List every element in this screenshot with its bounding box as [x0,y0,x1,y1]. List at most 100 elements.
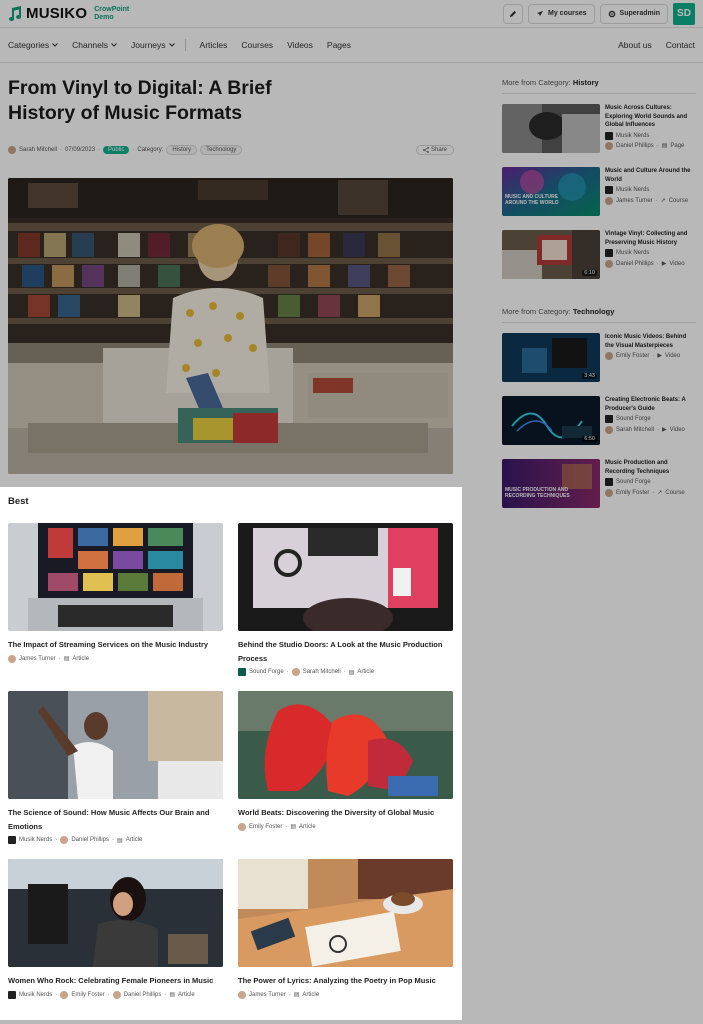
sidebar-thumb[interactable]: 6:10 [502,230,600,279]
channel-name[interactable]: Sound Forge [616,478,651,487]
nav-contact[interactable]: Contact [666,40,695,50]
meta-dot: · [55,837,58,843]
author-name[interactable]: James Turner [616,197,653,206]
article-card[interactable]: Behind the Studio Doors: A Look at the M… [238,523,453,691]
card-title[interactable]: The Science of Sound: How Music Affects … [8,806,223,833]
nav-label: Journeys [131,40,166,50]
author-name[interactable]: Emily Foster [249,824,282,830]
gear-icon [608,10,615,17]
article-meta: Sarah Mitchell · 07/09/2023 · Public · C… [8,144,454,156]
my-courses-button[interactable]: My courses [528,3,595,24]
author-name[interactable]: Sarah Mitchell [303,669,341,675]
thumb-overlay-text: MUSIC AND CULTURE AROUND THE WORLD [505,194,559,206]
user-avatar[interactable]: SD [673,2,695,25]
play-icon: ▶ [662,426,667,433]
article-author[interactable]: Sarah Mitchell [19,147,57,153]
channel-name[interactable]: Sound Forge [616,415,651,424]
card-title[interactable]: Women Who Rock: Celebrating Female Pione… [8,974,223,988]
author-name[interactable]: James Turner [19,656,56,662]
edit-button[interactable] [503,3,524,24]
sidebar-item-title[interactable]: Music Across Cultures: Exploring World S… [605,104,696,130]
card-thumb[interactable] [238,859,453,967]
nav-about-us[interactable]: About us [618,40,652,50]
author-name[interactable]: Daniel Phillips [124,992,162,998]
card-title[interactable]: The Impact of Streaming Services on the … [8,638,223,652]
sidebar-item-title[interactable]: Music Production and Recording Technique… [605,459,696,476]
card-thumb[interactable] [238,523,453,631]
card-title[interactable]: Behind the Studio Doors: A Look at the M… [238,638,453,665]
sidebar-item-title[interactable]: Music and Culture Around the World [605,167,696,184]
content-type: Video [669,260,685,267]
author-avatar [238,822,246,831]
share-button[interactable]: Share [415,145,454,155]
channel-name[interactable]: Musik Nerds [616,249,649,258]
nav-divider [184,39,186,51]
author-avatar [605,425,613,434]
author-name[interactable]: Emily Foster [616,352,649,361]
sidebar-item[interactable]: MUSIC AND CULTURE AROUND THE WORLD Music… [502,167,696,220]
article-card[interactable]: World Beats: Discovering the Diversity o… [238,691,453,859]
card-thumb[interactable] [8,859,223,967]
sidebar-thumb[interactable]: MUSIC AND CULTURE AROUND THE WORLD [502,167,600,216]
nav-categories[interactable]: Categories [8,40,58,50]
tag-technology[interactable]: Technology [200,145,243,155]
sidebar-item[interactable]: 6:50 Creating Electronic Beats: A Produc… [502,396,696,449]
card-thumb[interactable] [8,691,223,799]
sidebar-item[interactable]: 3:43 Iconic Music Videos: Behind the Vis… [502,333,696,386]
author-avatar [8,146,16,154]
sidebar-item[interactable]: 6:10 Vintage Vinyl: Collecting and Prese… [502,230,696,283]
card-thumb[interactable] [238,691,453,799]
heading-category[interactable]: Technology [573,307,615,316]
rocket-icon: ➚ [660,197,666,204]
sidebar-thumb[interactable]: 3:43 [502,333,600,382]
author-name[interactable]: James Turner [249,992,286,998]
sidebar-item[interactable]: Music Across Cultures: Exploring World S… [502,104,696,157]
nav-pages[interactable]: Pages [327,40,351,50]
heading-label: More from Category: [502,307,571,316]
article-icon: ▤ [290,824,297,830]
nav-videos[interactable]: Videos [287,40,313,50]
sidebar-item-title[interactable]: Vintage Vinyl: Collecting and Preserving… [605,230,696,247]
card-thumb[interactable] [8,523,223,631]
meta-dot: · [655,197,658,204]
author-name[interactable]: Musik Nerds [19,992,52,998]
sidebar-thumb[interactable] [502,104,600,153]
nav-articles[interactable]: Articles [200,40,228,50]
article-icon: ▤ [348,669,355,676]
author-name[interactable]: Emily Foster [71,992,104,998]
nav-channels[interactable]: Channels [72,40,117,50]
meta-dot: · [285,823,288,830]
heading-category[interactable]: History [573,78,599,87]
logo[interactable]: MUSIKO CrowPoint Demo [8,5,134,22]
card-title[interactable]: The Power of Lyrics: Analyzing the Poetr… [238,974,453,988]
article-card[interactable]: The Impact of Streaming Services on the … [8,523,223,691]
sidebar-item-title[interactable]: Creating Electronic Beats: A Producer's … [605,396,696,413]
author-name[interactable]: Musik Nerds [19,837,52,843]
article-card[interactable]: Women Who Rock: Celebrating Female Pione… [8,859,223,1024]
author-name[interactable]: Sarah Mitchell [616,426,654,435]
author-name[interactable]: Emily Foster [616,489,649,498]
sidebar-item-title[interactable]: Iconic Music Videos: Behind the Visual M… [605,333,696,350]
channel-name[interactable]: Musik Nerds [616,132,649,141]
sidebar-item[interactable]: MUSIC PRODUCTION AND RECORDING TECHNIQUE… [502,459,696,512]
nav-courses[interactable]: Courses [241,40,273,50]
tag-history[interactable]: History [166,145,198,155]
hero-image [8,178,453,474]
channel-name[interactable]: Musik Nerds [616,186,649,195]
article-card[interactable]: The Science of Sound: How Music Affects … [8,691,223,859]
sidebar-thumb[interactable]: MUSIC PRODUCTION AND RECORDING TECHNIQUE… [502,459,600,508]
meta-dot: · [652,353,655,359]
sidebar-thumb[interactable]: 6:50 [502,396,600,445]
author-name[interactable]: Daniel Phillips [616,142,654,151]
chevron-down-icon [111,43,117,47]
superadmin-button[interactable]: Superadmin [599,3,668,24]
category-label: Category: [137,147,164,153]
nav-journeys[interactable]: Journeys [131,40,175,50]
author-name[interactable]: Daniel Phillips [71,837,109,843]
article-card[interactable]: The Power of Lyrics: Analyzing the Poetr… [238,859,453,1024]
author-name[interactable]: Sound Forge [249,669,284,675]
author-name[interactable]: Daniel Phillips [616,260,654,269]
meta-dot: · [55,991,58,998]
author-avatar [605,196,613,205]
card-title[interactable]: World Beats: Discovering the Diversity o… [238,806,453,820]
